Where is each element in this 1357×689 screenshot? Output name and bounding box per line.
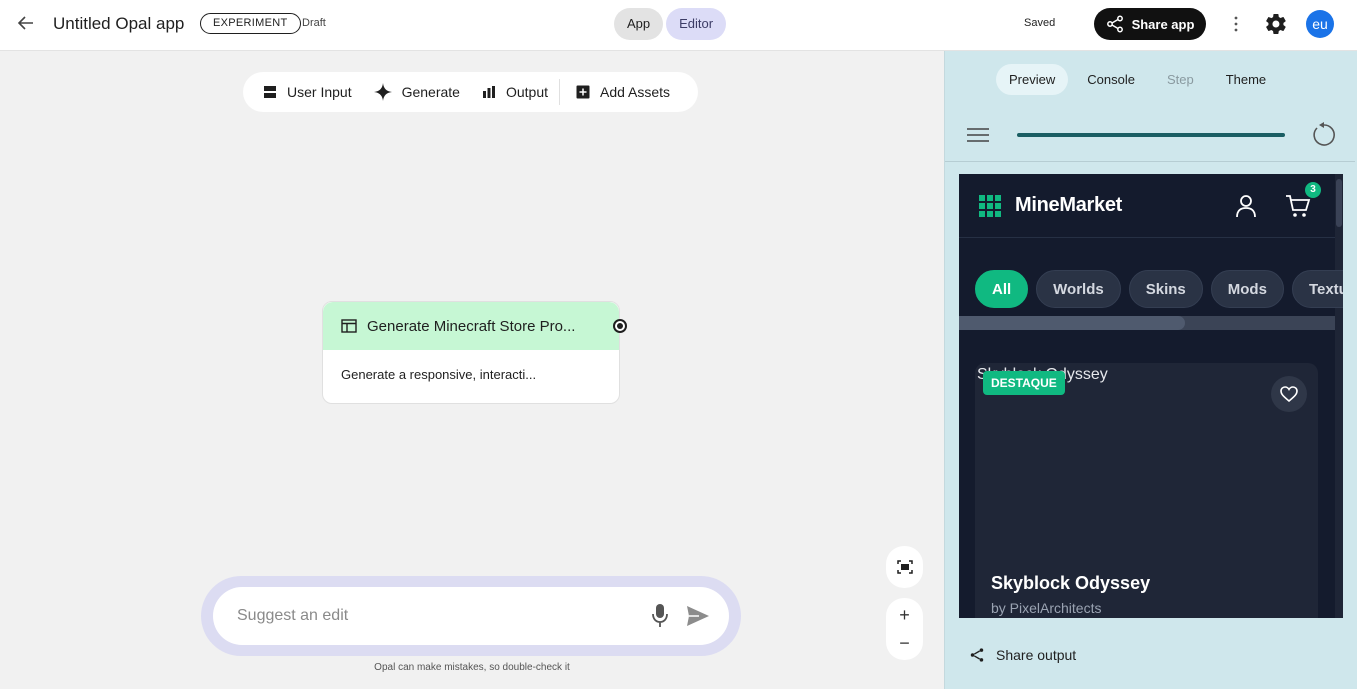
category-chip-worlds[interactable]: Worlds [1036,270,1121,308]
draft-status: Draft [302,17,326,29]
editor-mode-button[interactable]: Editor [666,8,727,40]
output-label: Output [505,84,548,100]
cart-count-badge: 3 [1305,182,1321,198]
suggest-edit-box [213,587,729,645]
tab-preview[interactable]: Preview [996,64,1069,95]
share-output-button[interactable]: Share output [969,647,1076,663]
preview-scrollbar[interactable] [1335,174,1343,618]
node-description: Generate a responsive, interacti... [341,367,537,382]
fit-to-screen-icon[interactable] [886,546,923,588]
share-app-button[interactable]: Share app [1094,8,1206,40]
store-brand[interactable]: MineMarket [1015,194,1122,217]
zoom-in-button[interactable]: + [899,601,910,629]
mode-toggle: App Editor [614,8,727,40]
product-author: by PixelArchitects [991,600,1102,616]
share-app-label: Share app [1131,16,1195,32]
node-header: Generate Minecraft Store Pro... [323,302,619,350]
zoom-buttons: + − [886,598,923,660]
add-assets-button[interactable]: Add Assets [576,84,670,100]
run-progress-bar [1017,133,1285,137]
zoom-out-button[interactable]: − [899,629,910,657]
node-output-port[interactable] [613,319,627,333]
generate-step-node[interactable]: Generate Minecraft Store Pro... Generate… [322,301,627,404]
tab-theme[interactable]: Theme [1213,64,1279,95]
add-assets-label: Add Assets [600,84,671,100]
category-chip-all[interactable]: All [975,270,1029,308]
output-button[interactable]: Output [482,84,548,100]
favorite-heart-icon[interactable] [1271,376,1307,412]
preview-panel: Preview Console Step Theme MineMarket 3 … [944,51,1357,689]
user-icon[interactable] [1235,194,1257,218]
generate-label: Generate [401,84,460,100]
store-navbar: MineMarket 3 [959,174,1335,238]
user-input-icon [264,86,276,98]
preview-scrollbar-thumb[interactable] [1336,179,1342,227]
share-output-label: Share output [996,647,1077,663]
share-icon [970,648,984,662]
share-icon [1106,15,1123,33]
product-card[interactable]: Skyblock Odyssey DESTAQUE Skyblock Odyss… [975,363,1318,618]
app-title[interactable]: Untitled Opal app [53,14,184,34]
zoom-controls: + − [886,546,923,660]
top-bar: Untitled Opal app EXPERIMENT Draft App E… [0,0,1357,51]
web-page-icon [341,319,357,333]
panel-divider [945,161,1355,162]
menu-icon[interactable] [966,125,990,145]
send-icon[interactable] [685,604,711,628]
user-input-label: User Input [287,84,352,100]
restart-icon[interactable] [1311,121,1337,149]
app-preview[interactable]: MineMarket 3 All Worlds Skins Mods Textu… [959,174,1343,618]
step-toolbar: User Input Generate Output Add Assets [243,72,698,112]
add-box-icon [576,85,590,99]
user-input-button[interactable]: User Input [263,84,352,100]
tab-step[interactable]: Step [1154,64,1207,95]
tab-console[interactable]: Console [1074,64,1148,95]
category-scrollbar-thumb[interactable] [959,316,1185,330]
generate-button[interactable]: Generate [373,83,460,101]
panel-tabs: Preview Console Step Theme [996,64,1279,95]
disclaimer-text: Opal can make mistakes, so double-check … [374,662,570,673]
grid-logo-icon [979,195,1001,217]
sparkle-icon [373,83,392,101]
output-chart-icon [482,86,495,98]
suggest-edit-input[interactable] [237,601,637,631]
category-chip-mods[interactable]: Mods [1210,270,1284,308]
settings-gear-icon[interactable] [1264,12,1288,36]
featured-badge: DESTAQUE [983,371,1065,395]
suggest-edit-container [201,576,741,656]
toolbar-divider [559,79,560,105]
back-arrow-icon[interactable] [14,11,38,35]
saved-status: Saved [1024,17,1056,29]
node-title: Generate Minecraft Store Pro... [367,317,576,335]
more-vert-icon[interactable] [1227,12,1245,36]
category-filters: All Worlds Skins Mods Textu [975,270,1343,308]
cart-icon[interactable] [1285,194,1311,218]
app-mode-button[interactable]: App [614,8,664,40]
user-avatar[interactable]: eu [1306,10,1334,38]
category-chip-skins[interactable]: Skins [1128,270,1203,308]
product-title: Skyblock Odyssey [991,573,1151,593]
editor-canvas[interactable]: User Input Generate Output Add Assets Ge… [0,51,944,689]
experiment-badge: EXPERIMENT [200,13,301,34]
microphone-icon[interactable] [650,603,670,629]
category-chip-textures[interactable]: Textu [1291,270,1343,308]
